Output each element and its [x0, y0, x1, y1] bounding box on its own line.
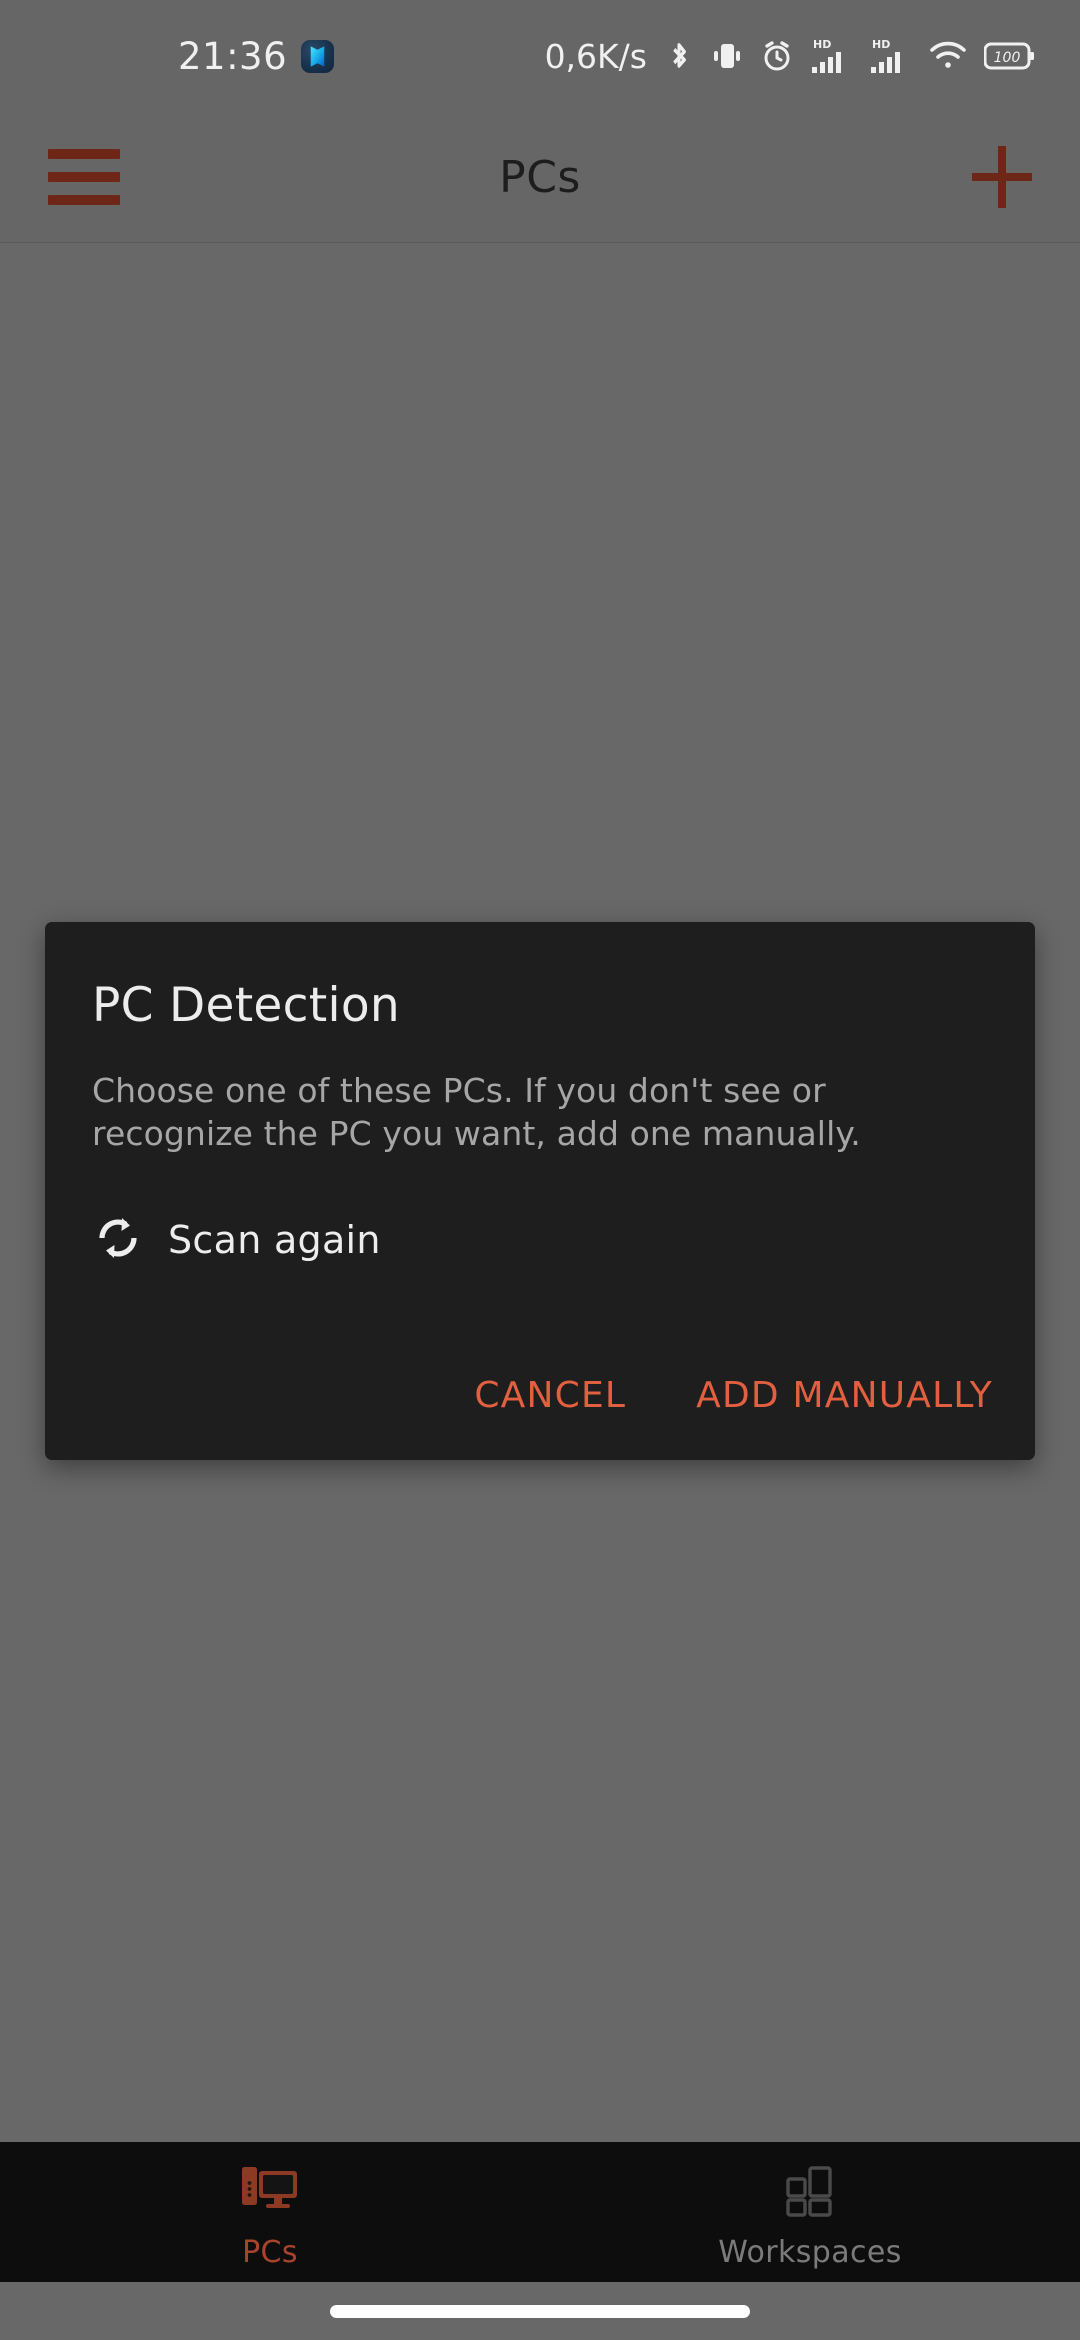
nav-label-pcs: PCs: [242, 2234, 298, 2270]
add-manually-button[interactable]: ADD MANUALLY: [692, 1369, 997, 1422]
bottom-navigation-bar: PCs Workspaces: [0, 2142, 1080, 2282]
app-toolbar: PCs: [0, 112, 1080, 243]
nav-label-workspaces: Workspaces: [718, 2234, 902, 2270]
scan-again-button[interactable]: Scan again: [92, 1212, 381, 1268]
page-title: PCs: [499, 152, 581, 203]
plus-icon[interactable]: [954, 132, 1044, 222]
scan-again-label: Scan again: [168, 1218, 381, 1262]
nav-item-pcs[interactable]: PCs: [0, 2142, 540, 2282]
status-bar-left: 21:36: [178, 34, 335, 78]
status-bar-clock: 21:36: [178, 34, 288, 78]
status-bar-right: 0,6K/s HD HD 100: [545, 37, 1036, 76]
dialog-action-row: CANCEL ADD MANUALLY: [470, 1369, 997, 1422]
svg-text:HD: HD: [813, 38, 831, 51]
desktop-computer-icon: [240, 2163, 300, 2223]
battery-icon: 100: [984, 41, 1036, 71]
dialog-body-text: Choose one of these PCs. If you don't se…: [92, 1071, 861, 1153]
plus-horizontal-stroke: [972, 173, 1032, 181]
pc-detection-dialog: PC Detection Choose one of these PCs. If…: [45, 922, 1035, 1460]
gesture-navigation-area: [0, 2282, 1080, 2340]
dialog-title: PC Detection: [92, 978, 401, 1033]
phone-screen: 21:36 0,6K/s HD HD 100 PCs PC Detection …: [0, 0, 1080, 2340]
network-speed-label: 0,6K/s: [544, 36, 647, 76]
vibrate-icon: [711, 39, 743, 73]
svg-text:100: 100: [994, 50, 1021, 66]
wifi-icon: [929, 41, 967, 71]
blue-app-notification-icon: [301, 39, 335, 73]
svg-text:HD: HD: [872, 38, 890, 51]
refresh-sync-icon: [92, 1212, 144, 1268]
hd-signal-bars-icon-sim1: HD: [811, 37, 853, 75]
nav-item-workspaces[interactable]: Workspaces: [540, 2142, 1080, 2282]
status-bar: 21:36 0,6K/s HD HD 100: [0, 0, 1080, 112]
home-indicator[interactable]: [330, 2304, 750, 2318]
bluetooth-icon: [664, 37, 694, 75]
alarm-clock-icon: [760, 39, 794, 73]
cancel-button[interactable]: CANCEL: [470, 1369, 630, 1422]
hd-signal-bars-icon-sim2: HD: [870, 37, 912, 75]
grid-panels-icon: [781, 2163, 839, 2223]
